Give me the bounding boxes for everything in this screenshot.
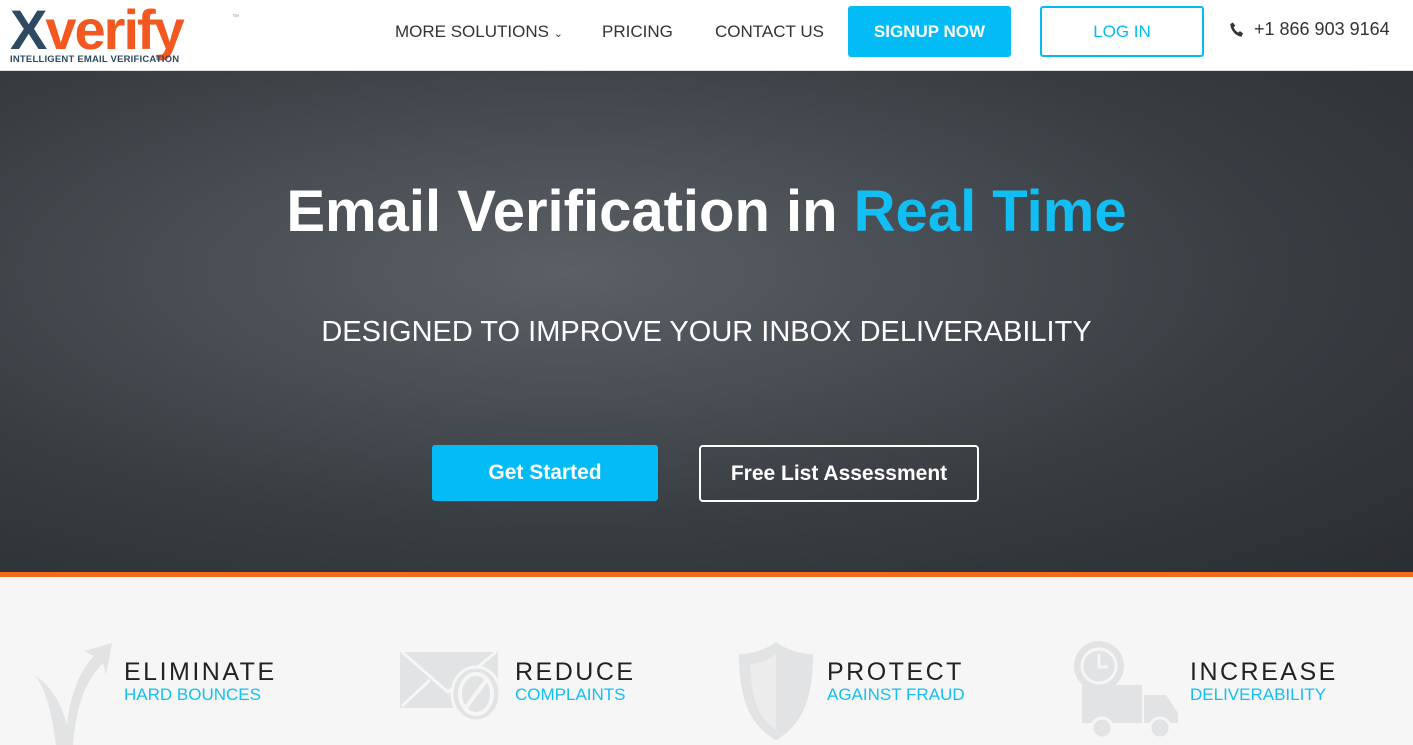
delivery-truck-clock-icon [1074,641,1178,740]
login-button[interactable]: LOG IN [1040,6,1204,57]
feature-eliminate: ELIMINATE HARD BOUNCES [124,658,277,705]
phone-number: +1 866 903 9164 [1254,19,1390,39]
checkmark-arrow-icon [34,643,112,745]
phone-link[interactable]: +1 866 903 9164 [1228,19,1390,40]
feature-title: ELIMINATE [124,658,277,686]
envelope-blocked-icon [400,650,502,722]
feature-title: REDUCE [515,658,636,686]
feature-protect: PROTECT AGAINST FRAUD [827,658,965,705]
signup-button[interactable]: SIGNUP NOW [848,6,1011,57]
logo-verify: verify [45,0,184,61]
hero-divider [0,572,1413,577]
hero-title-main: Email Verification in [286,179,854,244]
chevron-down-icon: ⌄ [553,28,563,40]
feature-subtitle: COMPLAINTS [515,685,626,704]
feature-subtitle: HARD BOUNCES [124,685,261,704]
get-started-button[interactable]: Get Started [432,445,658,501]
hero-title-highlight: Real Time [853,179,1127,244]
free-list-assessment-button[interactable]: Free List Assessment [699,445,979,502]
nav-contact[interactable]: CONTACT US [715,22,824,42]
logo-x: X [10,0,47,61]
nav-more-solutions[interactable]: MORE SOLUTIONS ⌄ [395,22,563,42]
feature-title: PROTECT [827,658,964,686]
hero-subtitle: DESIGNED TO IMPROVE YOUR INBOX DELIVERAB… [321,316,1092,348]
shield-icon [739,642,813,740]
feature-increase: INCREASE DELIVERABILITY [1190,658,1338,705]
site-header: Xverify INTELLIGENT EMAIL VERIFICATION ™… [0,0,1413,71]
feature-title: INCREASE [1190,658,1338,686]
logo-tagline: INTELLIGENT EMAIL VERIFICATION [10,54,180,65]
xverify-logo[interactable]: Xverify INTELLIGENT EMAIL VERIFICATION ™ [10,0,239,66]
nav-pricing[interactable]: PRICING [602,22,673,42]
feature-subtitle: AGAINST FRAUD [827,685,965,704]
nav-label: MORE SOLUTIONS [395,22,549,41]
hero-title: Email Verification in Real Time [0,178,1413,245]
feature-reduce: REDUCE COMPLAINTS [515,658,636,705]
logo-tm: ™ [232,14,239,21]
feature-subtitle: DELIVERABILITY [1190,685,1327,704]
phone-icon [1230,22,1243,37]
